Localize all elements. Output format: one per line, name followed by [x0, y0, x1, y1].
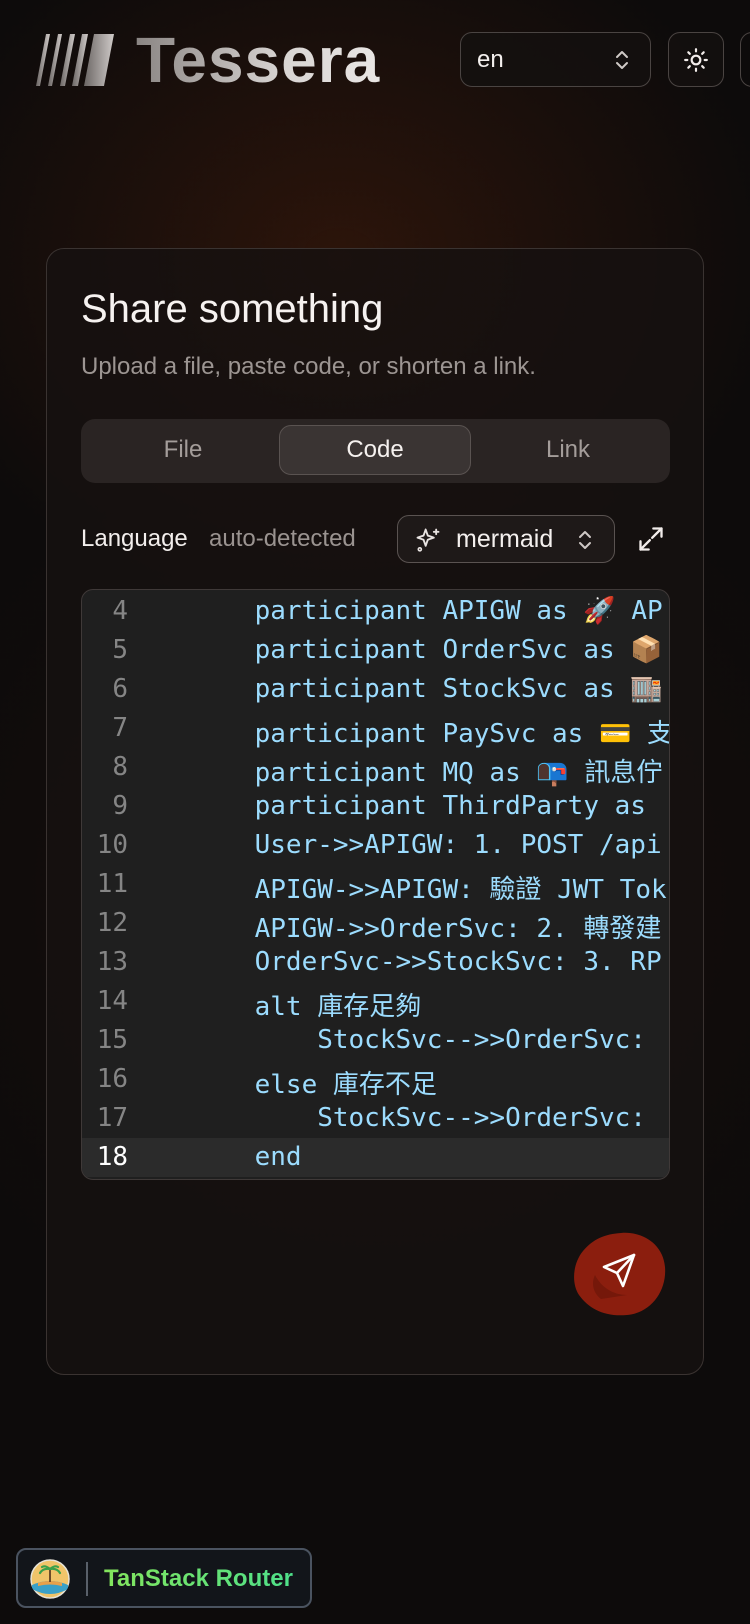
- code-line: 14 alt 庫存足夠: [82, 982, 669, 1022]
- code-line: 15 StockSvc-->>OrderSvc:: [82, 1021, 669, 1060]
- code-line: 13 OrderSvc->>StockSvc: 3. RP: [82, 943, 669, 982]
- tab-link[interactable]: Link: [472, 425, 664, 475]
- card-subtitle: Upload a file, paste code, or shorten a …: [81, 353, 536, 380]
- code-line: 12 APIGW->>OrderSvc: 2. 轉發建: [82, 904, 669, 944]
- sun-icon: [684, 47, 708, 72]
- overflow-header-button[interactable]: [740, 32, 750, 87]
- code-line: 4 participant APIGW as 🚀 AP: [82, 592, 669, 631]
- line-number: 14: [96, 986, 128, 1016]
- code-text: StockSvc-->>OrderSvc:: [192, 1025, 646, 1055]
- code-text: participant OrderSvc as 📦: [192, 635, 663, 665]
- language-label: Language: [81, 525, 188, 552]
- code-line: 11 APIGW->>APIGW: 驗證 JWT Tok: [82, 865, 669, 905]
- line-number: 9: [112, 791, 128, 821]
- code-text: participant StockSvc as 🏬: [192, 674, 663, 704]
- card-title: Share something: [81, 287, 384, 331]
- code-line: 6 participant StockSvc as 🏬: [82, 670, 669, 709]
- language-hint: auto-detected: [209, 525, 356, 552]
- line-number: 18: [96, 1142, 128, 1172]
- code-text: else 庫存不足: [192, 1070, 437, 1100]
- code-text: participant PaySvc as 💳 支: [192, 719, 670, 749]
- language-select-value: en: [477, 45, 504, 73]
- code-text: alt 庫存足夠: [192, 992, 422, 1022]
- code-text: OrderSvc->>StockSvc: 3. RP: [192, 947, 662, 977]
- code-text: end: [192, 1142, 302, 1172]
- chevrons-up-down-icon: [579, 531, 591, 549]
- top-bar: Tessera en: [0, 0, 750, 120]
- line-number: 11: [96, 869, 128, 899]
- tab-file[interactable]: File: [87, 425, 279, 475]
- code-text: StockSvc-->>OrderSvc:: [192, 1103, 646, 1133]
- share-type-tabs: File Code Link: [81, 419, 670, 483]
- line-number: 7: [112, 713, 128, 743]
- code-text: participant APIGW as 🚀 AP: [192, 596, 663, 626]
- language-row: Language auto-detected mermaid: [81, 515, 681, 563]
- line-number: 16: [96, 1064, 128, 1094]
- code-line: 5 participant OrderSvc as 📦: [82, 631, 669, 670]
- language-select[interactable]: en: [460, 32, 651, 87]
- code-line: 10 User->>APIGW: 1. POST /api: [82, 826, 669, 865]
- code-line: 9 participant ThirdParty as: [82, 787, 669, 826]
- striped-logo-icon: [36, 34, 114, 86]
- chevrons-up-down-icon: [616, 51, 628, 69]
- line-number: 6: [112, 674, 128, 704]
- code-line: 8 participant MQ as 📭 訊息佇: [82, 748, 669, 788]
- code-language-value: mermaid: [456, 525, 554, 553]
- send-button[interactable]: [571, 1229, 667, 1317]
- line-number: 13: [96, 947, 128, 977]
- divider: [86, 1562, 88, 1596]
- code-text: APIGW->>APIGW: 驗證 JWT Tok: [192, 875, 667, 905]
- line-number: 17: [96, 1103, 128, 1133]
- line-number: 12: [96, 908, 128, 938]
- share-card: Share something Upload a file, paste cod…: [46, 248, 704, 1375]
- line-number: 10: [96, 830, 128, 860]
- code-line-current: 18 end: [82, 1138, 669, 1177]
- app-title: Tessera: [136, 24, 381, 96]
- code-line: 16 else 庫存不足: [82, 1060, 669, 1100]
- code-line: 17 StockSvc-->>OrderSvc:: [82, 1099, 669, 1138]
- code-text: participant MQ as 📭 訊息佇: [192, 758, 663, 788]
- line-number: 4: [112, 596, 128, 626]
- app-logo[interactable]: Tessera: [36, 24, 380, 96]
- line-number: 15: [96, 1025, 128, 1055]
- devtools-label: TanStack Router: [104, 1565, 293, 1592]
- code-text: User->>APIGW: 1. POST /api: [192, 830, 662, 860]
- code-language-select[interactable]: mermaid: [397, 515, 615, 563]
- code-line: 7 participant PaySvc as 💳 支: [82, 709, 670, 749]
- code-text: APIGW->>OrderSvc: 2. 轉發建: [192, 914, 662, 944]
- tanstack-logo-icon: [30, 1559, 70, 1599]
- line-number: 5: [112, 635, 128, 665]
- theme-toggle-button[interactable]: [668, 32, 724, 87]
- code-text: participant ThirdParty as: [192, 791, 646, 821]
- code-editor[interactable]: 4 participant APIGW as 🚀 AP 5 participan…: [81, 589, 670, 1180]
- line-number: 8: [112, 752, 128, 782]
- tanstack-router-devtools-button[interactable]: TanStack Router: [16, 1548, 312, 1608]
- tab-code[interactable]: Code: [279, 425, 471, 475]
- expand-icon[interactable]: [637, 525, 665, 553]
- sparkles-icon: [416, 528, 440, 552]
